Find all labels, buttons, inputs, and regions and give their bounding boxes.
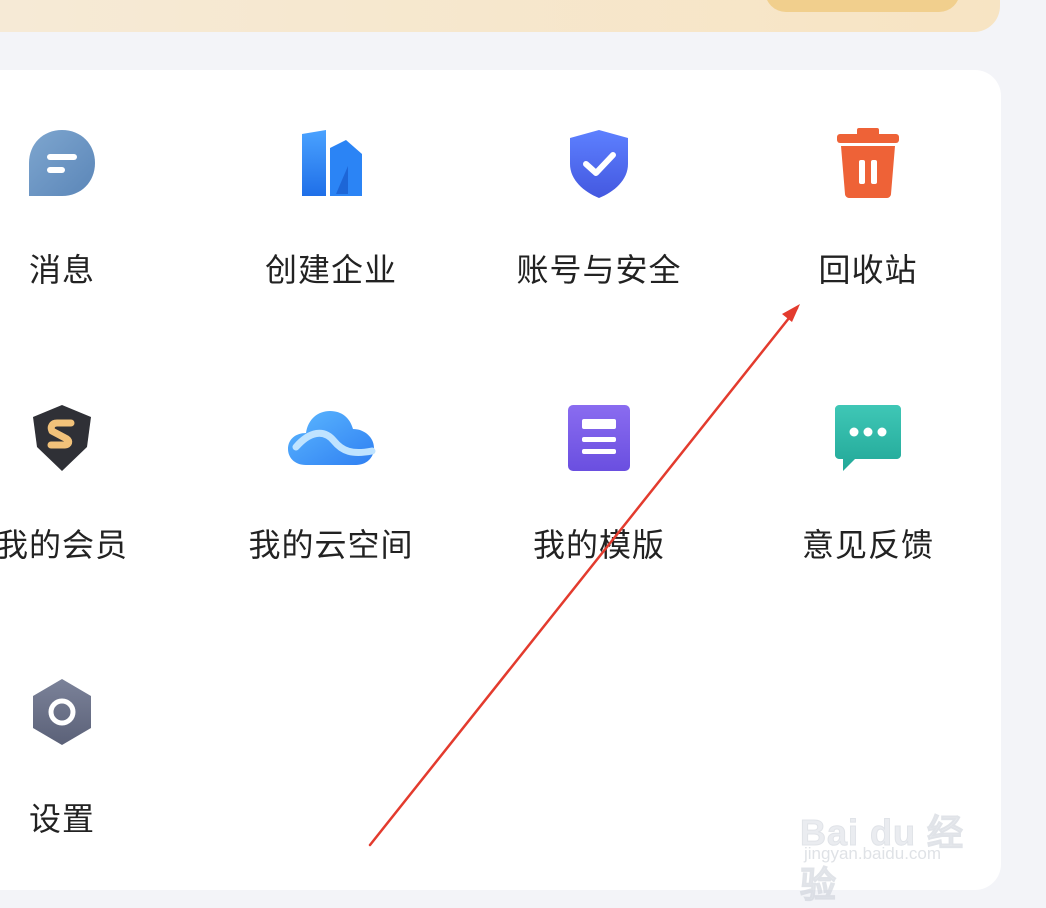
message-icon [29, 130, 95, 196]
grid-item-label: 创建企业 [264, 251, 397, 289]
watermark: Bai du 经验 jingyan.baidu.com [800, 778, 1000, 906]
grid-item-label: 回收站 [818, 251, 918, 289]
grid-item-label: 我的会员 [0, 526, 128, 564]
settings-icon [33, 679, 91, 745]
enterprise-icon [302, 130, 362, 196]
grid-item-label: 消息 [28, 251, 95, 289]
shield-check-icon [570, 130, 628, 198]
grid-item-label: 账号与安全 [516, 251, 682, 289]
grid-item-label: 设置 [28, 800, 95, 838]
grid-item-label: 我的云空间 [248, 526, 414, 564]
template-icon [568, 405, 630, 471]
trash-icon [837, 128, 899, 198]
watermark-url: jingyan.baidu.com [804, 844, 942, 863]
vip-badge-icon [33, 405, 91, 471]
cloud-icon [288, 411, 376, 465]
grid-item-label: 我的模版 [532, 526, 665, 564]
vip-banner-button[interactable] [765, 0, 960, 12]
grid-item-label: 意见反馈 [801, 526, 934, 564]
feedback-icon [835, 405, 901, 471]
